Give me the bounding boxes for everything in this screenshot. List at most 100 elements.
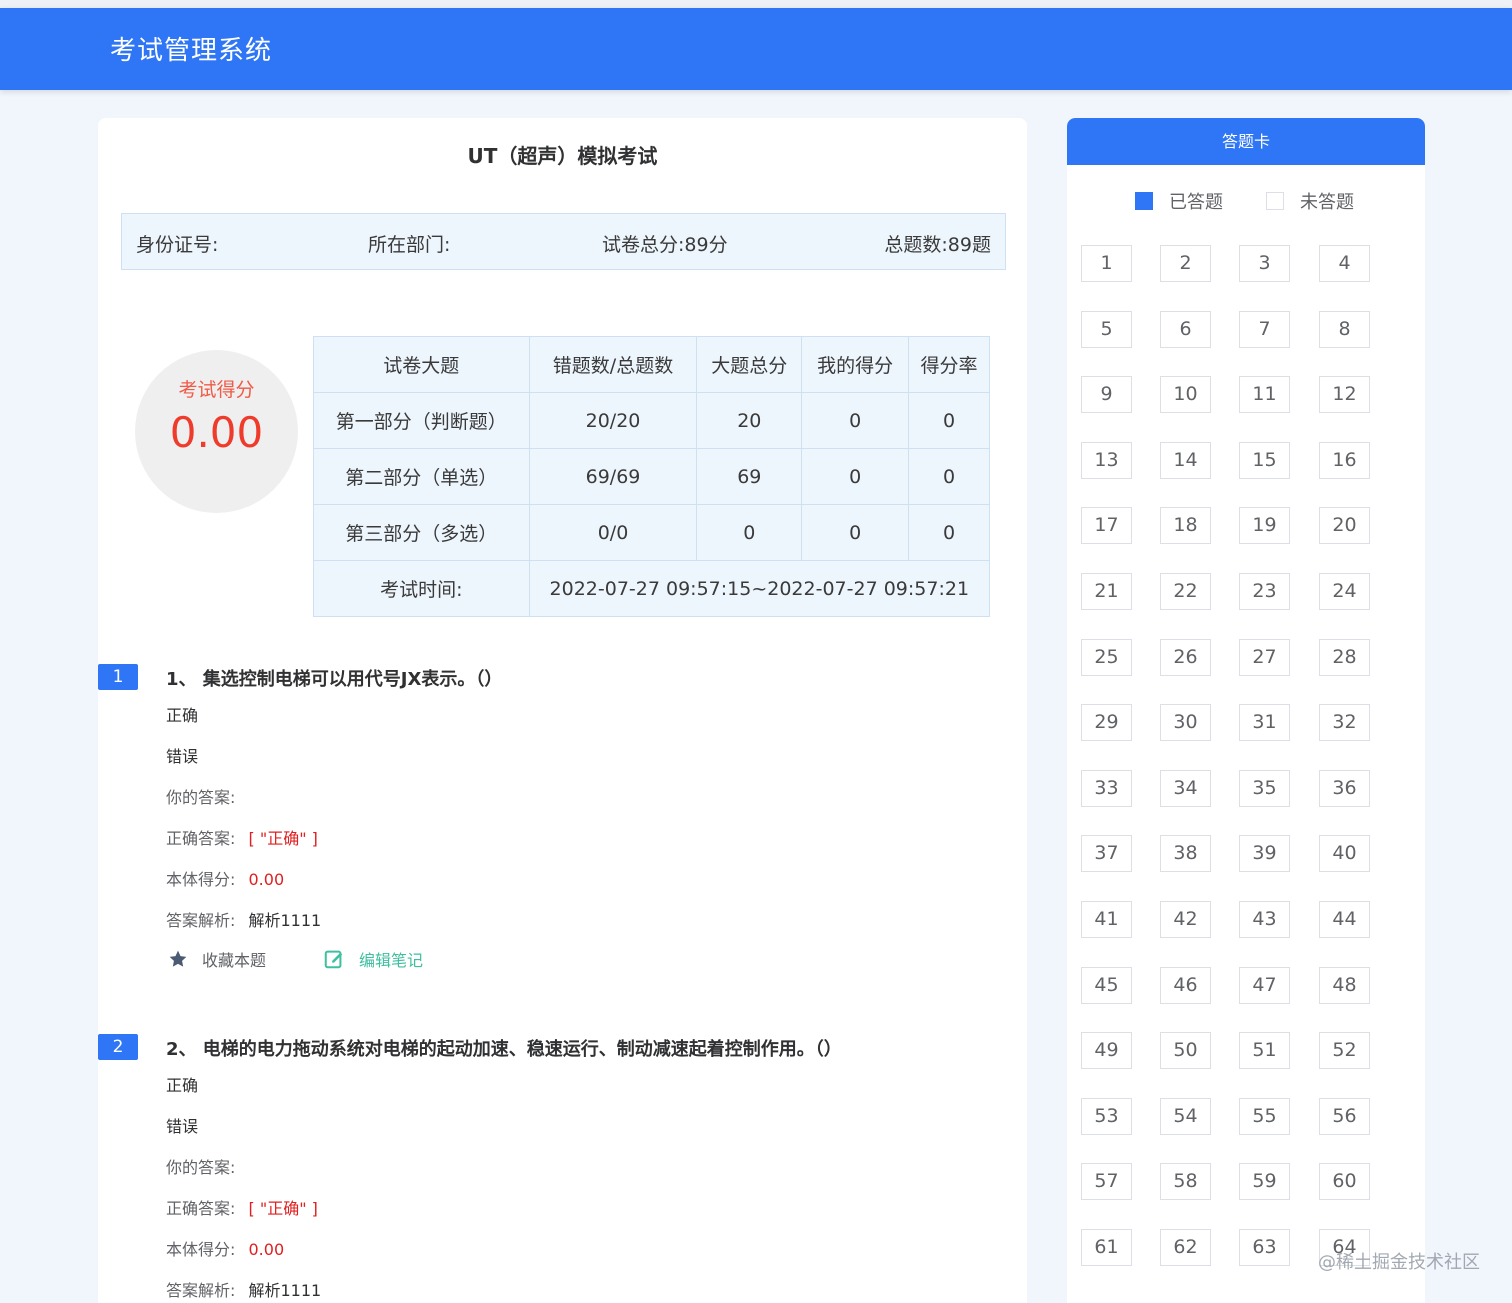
answer-card-question-button[interactable]: 63 [1239, 1229, 1290, 1266]
answer-card-question-button[interactable]: 62 [1160, 1229, 1211, 1266]
exam-time-label: 考试时间: [313, 560, 530, 617]
analysis-value: 解析1111 [248, 1281, 322, 1300]
answer-card-question-button[interactable]: 39 [1239, 835, 1290, 873]
exam-result-panel: UT（超声）模拟考试 身份证号: 所在部门: 试卷总分:89分 总题数:89题 … [98, 118, 1027, 1303]
answer-card-question-button[interactable]: 58 [1160, 1163, 1211, 1201]
answer-card-question-button[interactable]: 52 [1319, 1032, 1370, 1070]
answer-card-question-button[interactable]: 55 [1239, 1097, 1290, 1135]
your-answer-label: 你的答案: [166, 1158, 236, 1177]
answer-card-question-button[interactable]: 32 [1319, 704, 1370, 742]
answer-card-question-button[interactable]: 12 [1319, 376, 1370, 414]
department-label: 所在部门: [368, 234, 451, 256]
answer-card-question-button[interactable]: 27 [1239, 638, 1290, 676]
answer-card-question-button[interactable]: 48 [1319, 966, 1370, 1004]
answer-card-question-button[interactable]: 45 [1081, 966, 1132, 1004]
answer-card-question-button[interactable]: 30 [1160, 704, 1211, 742]
answer-card-question-button[interactable]: 37 [1081, 835, 1132, 873]
answer-card-question-button[interactable]: 60 [1319, 1163, 1370, 1201]
answer-card-question-button[interactable]: 31 [1239, 704, 1290, 742]
correct-answer-value: [ "正确" ] [248, 829, 318, 848]
answer-card-question-button[interactable]: 50 [1160, 1032, 1211, 1070]
answer-card-question-button[interactable]: 44 [1319, 901, 1370, 938]
answer-card-question-button[interactable]: 17 [1081, 507, 1132, 545]
answer-card-question-button[interactable]: 56 [1319, 1097, 1370, 1135]
score-circle: 考试得分 0.00 [135, 350, 298, 513]
answer-card-question-button[interactable]: 43 [1239, 901, 1290, 938]
score-label: 考试得分 [178, 379, 255, 401]
answer-card-question-button[interactable]: 25 [1081, 638, 1132, 676]
answer-card-question-button[interactable]: 15 [1239, 441, 1290, 479]
answer-card-question-button[interactable]: 6 [1160, 310, 1211, 348]
answer-card-question-button[interactable]: 7 [1239, 310, 1290, 348]
answer-card-question-button[interactable]: 5 [1081, 310, 1132, 348]
answer-card-question-button[interactable]: 54 [1160, 1097, 1211, 1135]
answer-card-question-button[interactable]: 49 [1081, 1032, 1132, 1070]
question-number-badge: 2 [98, 1034, 138, 1060]
table-header-cell: 得分率 [908, 336, 990, 393]
answer-card-question-button[interactable]: 24 [1319, 573, 1370, 610]
question-score-label: 本体得分: [166, 1240, 236, 1259]
answer-card-question-button[interactable]: 22 [1160, 573, 1211, 610]
answer-card-question-button[interactable]: 11 [1239, 376, 1290, 414]
answer-card-question-button[interactable]: 1 [1081, 245, 1132, 282]
answer-card-question-button[interactable]: 41 [1081, 901, 1132, 938]
answer-card-question-button[interactable]: 4 [1319, 245, 1370, 282]
answer-card-question-button[interactable]: 21 [1081, 573, 1132, 610]
table-cell: 0/0 [528, 504, 698, 561]
favorite-label: 收藏本题 [202, 951, 267, 970]
answer-card-question-button[interactable]: 35 [1239, 769, 1290, 807]
answered-swatch-icon [1135, 192, 1153, 210]
edit-note-label: 编辑笔记 [359, 951, 424, 970]
id-number-label: 身份证号: [136, 234, 219, 256]
answer-card-question-button[interactable]: 46 [1160, 966, 1211, 1004]
answer-card-question-button[interactable]: 34 [1160, 769, 1211, 807]
answer-card-question-button[interactable]: 42 [1160, 901, 1211, 938]
answer-card-question-button[interactable]: 9 [1081, 376, 1132, 414]
table-cell: 20 [696, 392, 803, 449]
answer-card-question-button[interactable]: 36 [1319, 769, 1370, 807]
your-answer-label: 你的答案: [166, 788, 236, 807]
favorite-button[interactable]: 收藏本题 [168, 947, 266, 971]
answer-card-question-button[interactable]: 20 [1319, 507, 1370, 545]
total-questions-label: 总题数:89题 [884, 234, 991, 256]
answer-card-question-button[interactable]: 10 [1160, 376, 1211, 414]
answer-card-question-button[interactable]: 57 [1081, 1163, 1132, 1201]
table-cell: 0 [908, 504, 990, 561]
question-text: 2、 电梯的电力拖动系统对电梯的起动加速、稳速运行、制动减速起着控制作用。（） [166, 1039, 842, 1060]
table-cell: 第二部分（单选） [313, 448, 530, 505]
answer-card-question-button[interactable]: 8 [1319, 310, 1370, 348]
answer-card-question-button[interactable]: 16 [1319, 441, 1370, 479]
table-row: 第一部分（判断题） 20/20 20 0 0 [313, 392, 990, 449]
question-score-row: 本体得分: 0.00 [166, 866, 284, 890]
answer-card-question-button[interactable]: 14 [1160, 441, 1211, 479]
answer-card-question-button[interactable]: 61 [1081, 1229, 1132, 1266]
legend-unanswered: 未答题 [1266, 188, 1354, 214]
answer-card-question-button[interactable]: 26 [1160, 638, 1211, 676]
question-score-row: 本体得分: 0.00 [166, 1236, 284, 1260]
answer-card-question-button[interactable]: 13 [1081, 441, 1132, 479]
answer-card-question-button[interactable]: 53 [1081, 1097, 1132, 1135]
answer-card-question-button[interactable]: 40 [1319, 835, 1370, 873]
unanswered-swatch-icon [1266, 192, 1284, 210]
answer-card-question-button[interactable]: 28 [1319, 638, 1370, 676]
answer-card-question-button[interactable]: 59 [1239, 1163, 1290, 1201]
answer-card-question-button[interactable]: 19 [1239, 507, 1290, 545]
table-cell: 0 [801, 392, 910, 449]
correct-answer-label: 正确答案: [166, 829, 236, 848]
answer-card-question-button[interactable]: 51 [1239, 1032, 1290, 1070]
edit-note-button[interactable]: 编辑笔记 [323, 947, 423, 971]
answer-card-question-button[interactable]: 2 [1160, 245, 1211, 282]
table-header-cell: 我的得分 [801, 336, 910, 393]
answer-card-question-button[interactable]: 3 [1239, 245, 1290, 282]
table-cell: 第三部分（多选） [313, 504, 530, 561]
total-score-label: 试卷总分:89分 [602, 234, 728, 256]
answer-card-question-button[interactable]: 33 [1081, 769, 1132, 807]
legend-answered: 已答题 [1135, 188, 1223, 214]
analysis-row: 答案解析: 解析1111 [166, 907, 321, 931]
answer-card-question-button[interactable]: 23 [1239, 573, 1290, 610]
answer-card-question-button[interactable]: 18 [1160, 507, 1211, 545]
answer-card-question-button[interactable]: 38 [1160, 835, 1211, 873]
answer-card-question-button[interactable]: 29 [1081, 704, 1132, 742]
watermark: @稀土掘金技术社区 [1318, 1252, 1480, 1273]
answer-card-question-button[interactable]: 47 [1239, 966, 1290, 1004]
